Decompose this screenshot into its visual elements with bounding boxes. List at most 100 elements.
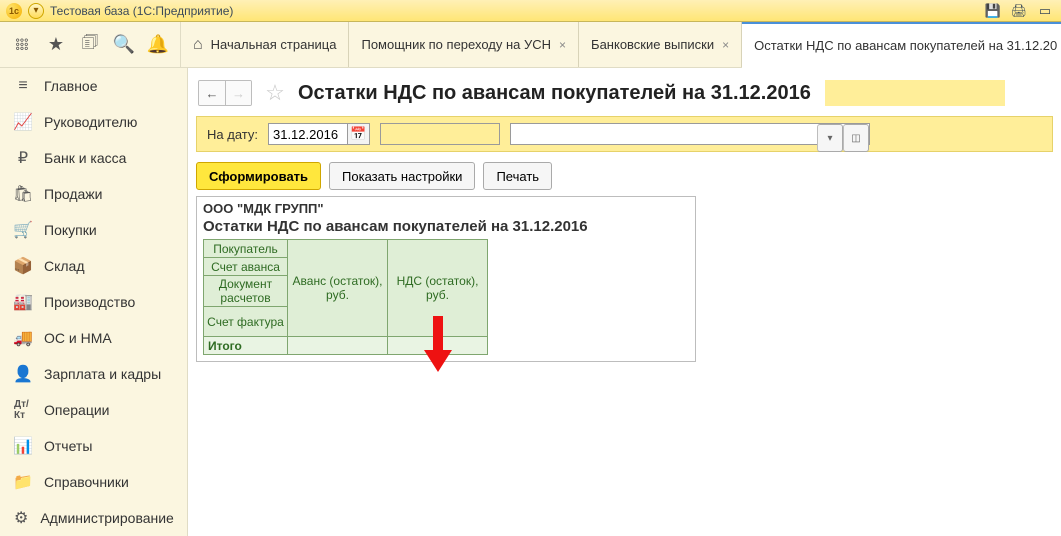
chevron-down-icon[interactable]: ▾ (817, 124, 843, 152)
col-header-avans: Аванс (остаток), руб. (288, 240, 388, 337)
close-icon[interactable]: × (559, 38, 566, 52)
tab-label: Остатки НДС по авансам покупателей на 31… (754, 38, 1057, 53)
tab-nds[interactable]: Остатки НДС по авансам покупателей на 31… (742, 22, 1061, 68)
barchart-icon: 📊 (14, 436, 32, 456)
row-header: Счет фактура (204, 307, 288, 337)
row-header: Документ расчетов (204, 276, 288, 307)
total-label: Итого (204, 337, 288, 355)
sidebar-item-warehouse[interactable]: 📦 Склад (0, 248, 187, 284)
tab-label: Банковские выписки (591, 37, 714, 52)
box-icon: 📦 (14, 256, 32, 276)
row-header: Покупатель (204, 240, 288, 258)
factory-icon: 🏭 (14, 292, 32, 312)
nav-buttons: ← → (198, 80, 252, 106)
sidebar-item-label: Производство (44, 294, 173, 310)
dtkt-icon: Дт/Кт (14, 399, 32, 421)
sidebar-item-label: Отчеты (44, 438, 173, 454)
close-icon[interactable]: × (722, 38, 729, 52)
search-icon[interactable]: 🔍 (114, 35, 134, 55)
app-menu-button[interactable]: ▾ (28, 3, 44, 19)
date-field: 📅 (268, 123, 370, 145)
org-combo[interactable]: ▾ ◫ (510, 123, 870, 145)
sidebar-item-bank[interactable]: ₽ Банк и касса (0, 140, 187, 176)
sidebar-item-label: Администрирование (40, 510, 174, 526)
forward-button[interactable]: → (225, 81, 251, 105)
title-highlight (825, 80, 1005, 106)
date-label: На дату: (207, 127, 258, 142)
print-button[interactable]: Печать (483, 162, 552, 190)
home-icon: ⌂ (193, 36, 203, 54)
sidebar-item-production[interactable]: 🏭 Производство (0, 284, 187, 320)
print-icon[interactable]: 🖨 (1009, 3, 1029, 19)
param-bar: На дату: 📅 ▾ ◫ (196, 116, 1053, 152)
apps-icon[interactable]: 𐄡 (12, 35, 32, 55)
open-ref-icon[interactable]: ◫ (843, 124, 869, 152)
sidebar-item-label: Продажи (44, 186, 173, 202)
app-logo-icon: 1c (6, 3, 22, 19)
tabs: ⌂ Начальная страница Помощник по переход… (181, 22, 1061, 68)
truck-icon: 🚚 (14, 328, 32, 348)
sidebar-item-admin[interactable]: ⚙ Администрирование (0, 500, 187, 536)
person-icon: 👤 (14, 364, 32, 384)
sidebar-item-director[interactable]: 📈 Руководителю (0, 104, 187, 140)
calendar-button[interactable]: 📅 (348, 123, 370, 145)
total-avans-cell (288, 337, 388, 355)
tab-home[interactable]: ⌂ Начальная страница (181, 22, 349, 67)
sidebar-item-refs[interactable]: 📁 Справочники (0, 464, 187, 500)
tab-home-label: Начальная страница (211, 37, 337, 52)
tab-label: Помощник по переходу на УСН (361, 37, 551, 52)
col-header-nds-label: НДС (остаток), руб. (397, 274, 479, 302)
org-highlight-field[interactable] (380, 123, 500, 145)
date-input[interactable] (268, 123, 348, 145)
folder-icon: 📁 (14, 472, 32, 492)
main: ← → ☆ Остатки НДС по авансам покупателей… (188, 68, 1061, 536)
report-title: Остатки НДС по авансам покупателей на 31… (203, 218, 689, 235)
menu-icon: ≡ (14, 77, 32, 95)
back-button[interactable]: ← (199, 81, 225, 105)
gear-icon: ⚙ (14, 508, 28, 528)
col-header-nds: НДС (остаток), руб. (388, 240, 488, 337)
report-box: ООО "МДК ГРУПП" Остатки НДС по авансам п… (196, 196, 696, 362)
cart-icon: 🛒 (14, 220, 32, 240)
sidebar-item-hr[interactable]: 👤 Зарплата и кадры (0, 356, 187, 392)
chart-icon: 📈 (14, 112, 32, 132)
sidebar-item-label: Склад (44, 258, 173, 274)
clipboard-icon[interactable]: 🗊 (80, 35, 100, 55)
show-settings-button[interactable]: Показать настройки (329, 162, 475, 190)
report-company: ООО "МДК ГРУПП" (203, 201, 689, 216)
ruble-icon: ₽ (14, 148, 32, 168)
sidebar-item-assets[interactable]: 🚚 ОС и НМА (0, 320, 187, 356)
sidebar-item-label: Операции (44, 402, 173, 418)
sidebar-item-label: Справочники (44, 474, 173, 490)
sidebar-item-label: ОС и НМА (44, 330, 173, 346)
row-header: Счет аванса (204, 258, 288, 276)
favorite-star-icon[interactable]: ☆ (262, 80, 288, 106)
sidebar-item-sales[interactable]: 🛍 Продажи (0, 176, 187, 212)
bell-icon[interactable]: 🔔 (148, 35, 168, 55)
report-table: Покупатель Аванс (остаток), руб. НДС (ос… (203, 239, 488, 355)
sidebar-item-label: Покупки (44, 222, 173, 238)
body: ≡ Главное 📈 Руководителю ₽ Банк и касса 🛍 Пр… (0, 68, 1061, 536)
sidebar-item-label: Руководителю (44, 114, 173, 130)
sidebar-item-label: Главное (44, 78, 173, 94)
sidebar-item-ops[interactable]: Дт/Кт Операции (0, 392, 187, 428)
sidebar-item-label: Банк и касса (44, 150, 173, 166)
tab-usn[interactable]: Помощник по переходу на УСН × (349, 22, 579, 67)
generate-button[interactable]: Сформировать (196, 162, 321, 190)
sidebar-item-main[interactable]: ≡ Главное (0, 68, 187, 104)
sidebar-item-label: Зарплата и кадры (44, 366, 173, 382)
save-icon[interactable]: 💾 (983, 3, 1003, 19)
sidebar-item-purchases[interactable]: 🛒 Покупки (0, 212, 187, 248)
sidebar: ≡ Главное 📈 Руководителю ₽ Банк и касса 🛍 Пр… (0, 68, 188, 536)
action-bar: Сформировать Показать настройки Печать (196, 162, 1053, 190)
bag-icon: 🛍 (14, 184, 32, 204)
window-title: Тестовая база (1С:Предприятие) (50, 4, 233, 18)
toolbar-row: 𐄡 ★ 🗊 🔍 🔔 ⌂ Начальная страница Помощник … (0, 22, 1061, 68)
page-head: ← → ☆ Остатки НДС по авансам покупателей… (188, 68, 1061, 116)
star-icon[interactable]: ★ (46, 35, 66, 55)
sidebar-item-reports[interactable]: 📊 Отчеты (0, 428, 187, 464)
window-controls-icon[interactable]: ▭ (1035, 3, 1055, 19)
page-title: Остатки НДС по авансам покупателей на 31… (298, 82, 811, 105)
tab-bank[interactable]: Банковские выписки × (579, 22, 742, 67)
titlebar: 1c ▾ Тестовая база (1С:Предприятие) 💾 🖨 … (0, 0, 1061, 22)
